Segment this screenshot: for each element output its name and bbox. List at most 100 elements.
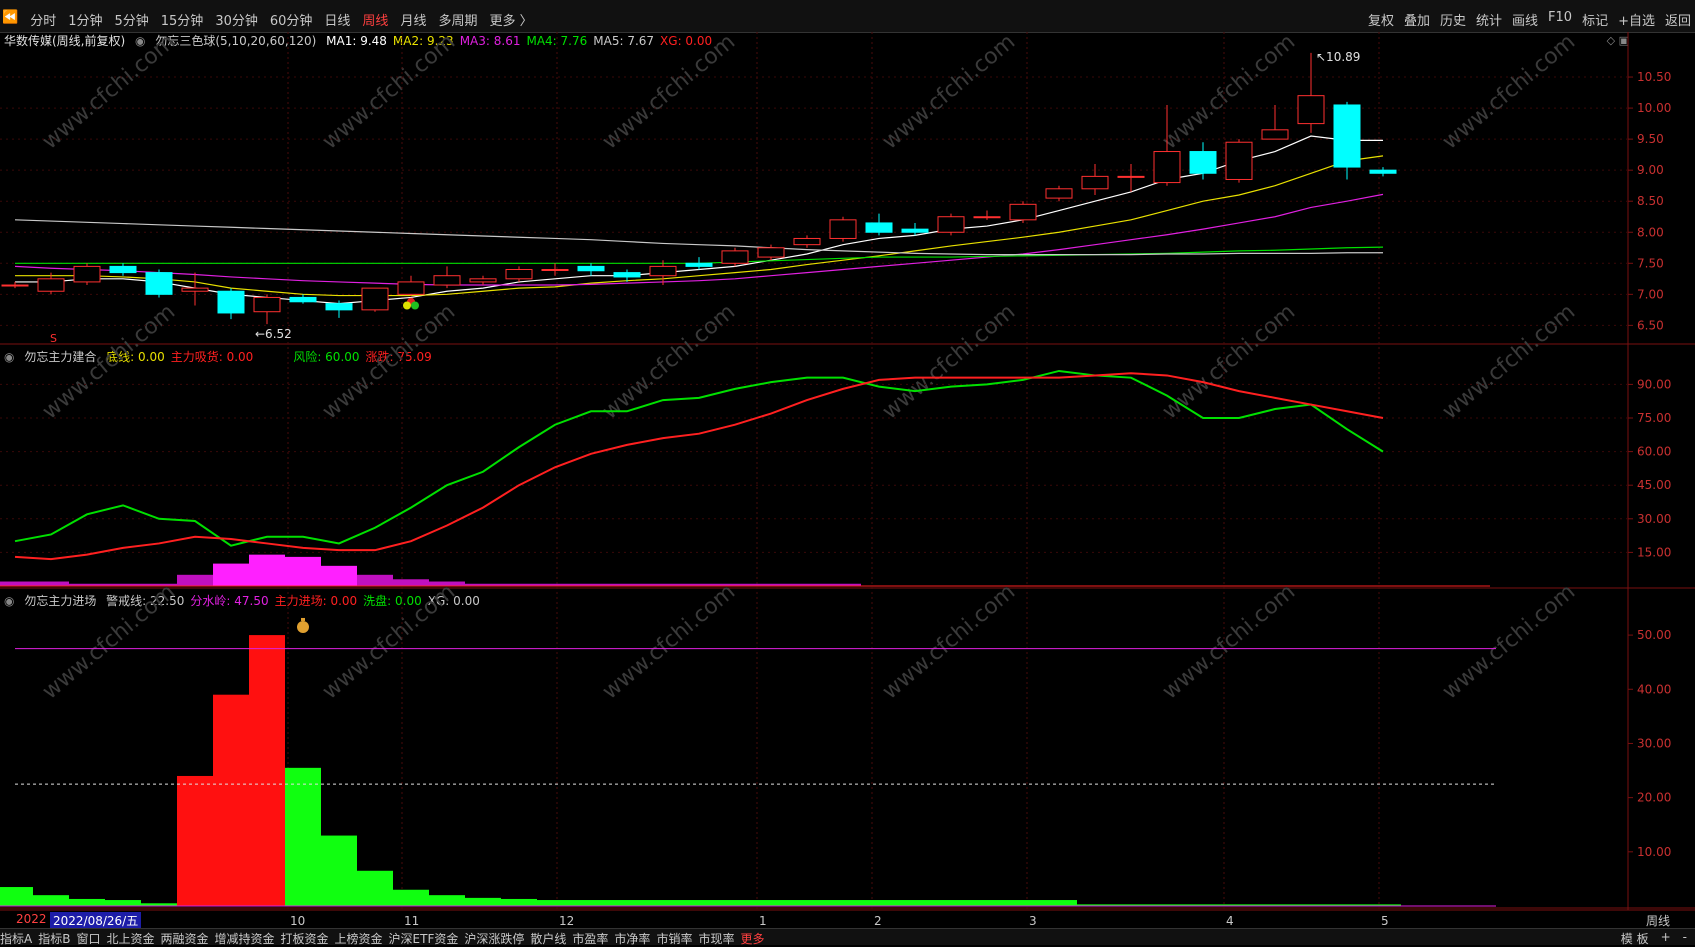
month-label-2: 2 — [874, 914, 882, 928]
bottom-tab-8[interactable]: 沪深ETF资金 — [389, 930, 459, 947]
histogram-bar — [285, 556, 321, 586]
three-color-ball-icon — [403, 297, 419, 310]
month-label-5: 5 — [1381, 914, 1389, 928]
period-tab-4[interactable]: 30分钟 — [213, 10, 260, 29]
tool-button-4[interactable]: 画线 — [1512, 10, 1538, 29]
candle — [613, 269, 641, 282]
bottom-tab-10[interactable]: 散户线 — [530, 930, 566, 947]
bottom-tab-14[interactable]: 市现率 — [698, 930, 734, 947]
watermark-text: www.cfchi.com — [1438, 299, 1580, 424]
histogram-bar — [105, 583, 141, 586]
period-tab-5[interactable]: 60分钟 — [268, 10, 315, 29]
candle — [1333, 101, 1361, 180]
y-tick-label: 20.00 — [1637, 791, 1671, 805]
ma-line-MA1 — [15, 135, 1383, 305]
entry-bar — [1329, 904, 1365, 906]
period-tab-0[interactable]: 分时 — [28, 10, 58, 29]
y-tick-label: 30.00 — [1637, 512, 1671, 526]
tool-button-0[interactable]: 复权 — [1368, 10, 1394, 29]
tool-button-3[interactable]: 统计 — [1476, 10, 1502, 29]
y-tick-label: 8.00 — [1637, 225, 1664, 239]
bottom-tab-5[interactable]: 增减持资金 — [215, 930, 275, 947]
bottom-tab-13[interactable]: 市销率 — [656, 930, 692, 947]
entry-bar — [357, 870, 393, 906]
entry-bar — [249, 635, 285, 906]
ma-line-MA4 — [15, 246, 1384, 264]
panel2-value-1: 主力吸货: 0.00 — [170, 350, 254, 364]
ma-value-2: MA3: 8.61 — [459, 34, 521, 48]
bottom-tab-1[interactable]: 指标B — [38, 930, 70, 947]
stock-chart[interactable]: www.cfchi.com www.cfchi.com www.cfchi.com w… — [0, 0, 1695, 944]
panel2-name[interactable]: 勿忘主力建合 — [24, 350, 96, 364]
bottom-tab-15[interactable]: 更多 — [740, 930, 764, 947]
entry-bar — [429, 895, 465, 906]
s-marker: S — [50, 332, 57, 345]
panel2-values: 底线: 0.00 主力吸货: 0.00 风险: 60.00 涨跌: 75.09 — [106, 350, 438, 364]
bottom-tab-6[interactable]: 打板资金 — [281, 930, 329, 947]
bottom-tab-2[interactable]: 窗口 — [76, 930, 100, 947]
bottom-control-1[interactable]: + — [1661, 930, 1671, 947]
period-tab-8[interactable]: 月线 — [398, 10, 428, 29]
entry-bar — [933, 900, 969, 906]
panel3-name[interactable]: 勿忘主力进场 — [24, 594, 96, 608]
bottom-control-0[interactable]: 模 板 — [1621, 930, 1649, 947]
period-tab-10[interactable]: 更多 〉 — [487, 10, 534, 29]
period-tab-6[interactable]: 日线 — [322, 10, 352, 29]
period-tab-7[interactable]: 周线 — [360, 10, 390, 29]
watermark-text: www.cfchi.com — [1158, 299, 1300, 424]
candle — [1261, 104, 1289, 140]
back-icon[interactable]: ⏪ — [0, 10, 20, 29]
candle — [793, 235, 821, 248]
bottom-tab-12[interactable]: 市净率 — [614, 930, 650, 947]
watermark-text: www.cfchi.com — [1438, 579, 1580, 704]
entry-bar — [1293, 904, 1329, 906]
candle — [1009, 201, 1037, 223]
bottom-tab-9[interactable]: 沪深涨跌停 — [464, 930, 524, 947]
entry-bar — [1365, 904, 1401, 906]
bottom-tab-11[interactable]: 市盈率 — [572, 930, 608, 947]
histogram-bar — [213, 563, 249, 586]
panel2-collapse-icon[interactable]: ◉ — [4, 350, 14, 364]
entry-bar — [393, 889, 429, 906]
tool-button-2[interactable]: 历史 — [1440, 10, 1466, 29]
bottom-tab-3[interactable]: 北上资金 — [106, 930, 154, 947]
month-label-4: 4 — [1226, 914, 1234, 928]
candle — [361, 287, 389, 312]
ma-value-0: MA1: 9.48 — [326, 34, 387, 48]
tool-button-1[interactable]: 叠加 — [1404, 10, 1430, 29]
bottom-tab-0[interactable]: 指标A — [0, 930, 32, 947]
period-tab-2[interactable]: 5分钟 — [112, 10, 150, 29]
entry-bar — [177, 775, 213, 906]
tool-button-6[interactable]: 标记 — [1582, 10, 1608, 29]
entry-bar — [681, 900, 717, 906]
y-tick-label: 30.00 — [1637, 736, 1671, 750]
tool-button-5[interactable]: F10 — [1548, 10, 1572, 29]
histogram-bar — [177, 574, 213, 586]
candle — [649, 260, 677, 286]
panel3-collapse-icon[interactable]: ◉ — [4, 594, 14, 608]
bottom-tab-7[interactable]: 上榜资金 — [335, 930, 383, 947]
period-tab-1[interactable]: 1分钟 — [66, 10, 104, 29]
panel2-value-2: 风险: 60.00 — [293, 350, 360, 364]
ma-line-MA3 — [14, 193, 1384, 286]
bottom-control-2[interactable]: - — [1683, 930, 1687, 947]
period-tab-3[interactable]: 15分钟 — [159, 10, 206, 29]
ma-values: MA1: 9.48 MA2: 9.23 MA3: 8.61 MA4: 7.76 MA5:… — [326, 34, 718, 48]
candle — [721, 247, 749, 267]
collapse-icon[interactable]: ◉ — [135, 34, 145, 48]
candle — [685, 257, 713, 270]
histogram-bar — [645, 583, 681, 586]
month-label-12: 12 — [559, 914, 574, 928]
watermark-text: www.cfchi.com — [878, 299, 1020, 424]
ma-value-3: MA4: 7.76 — [526, 34, 588, 48]
tool-button-8[interactable]: 返回 — [1665, 10, 1691, 29]
period-tab-9[interactable]: 多周期 — [436, 10, 479, 29]
bottom-tab-4[interactable]: 两融资金 — [160, 930, 208, 947]
indicator-name[interactable]: 勿忘三色球(5,10,20,60,120) — [155, 34, 316, 48]
candle — [829, 216, 857, 242]
y-tick-label: 9.50 — [1637, 132, 1664, 146]
window-control-icons[interactable]: ◇ ▣ — [1607, 34, 1629, 47]
panel3-values: 警戒线: 22.50 分水岭: 47.50 主力进场: 0.00 洗盘: 0.00 XG… — [106, 594, 486, 608]
tool-button-7[interactable]: +自选 — [1618, 10, 1655, 29]
y-tick-label: 90.00 — [1637, 377, 1671, 391]
